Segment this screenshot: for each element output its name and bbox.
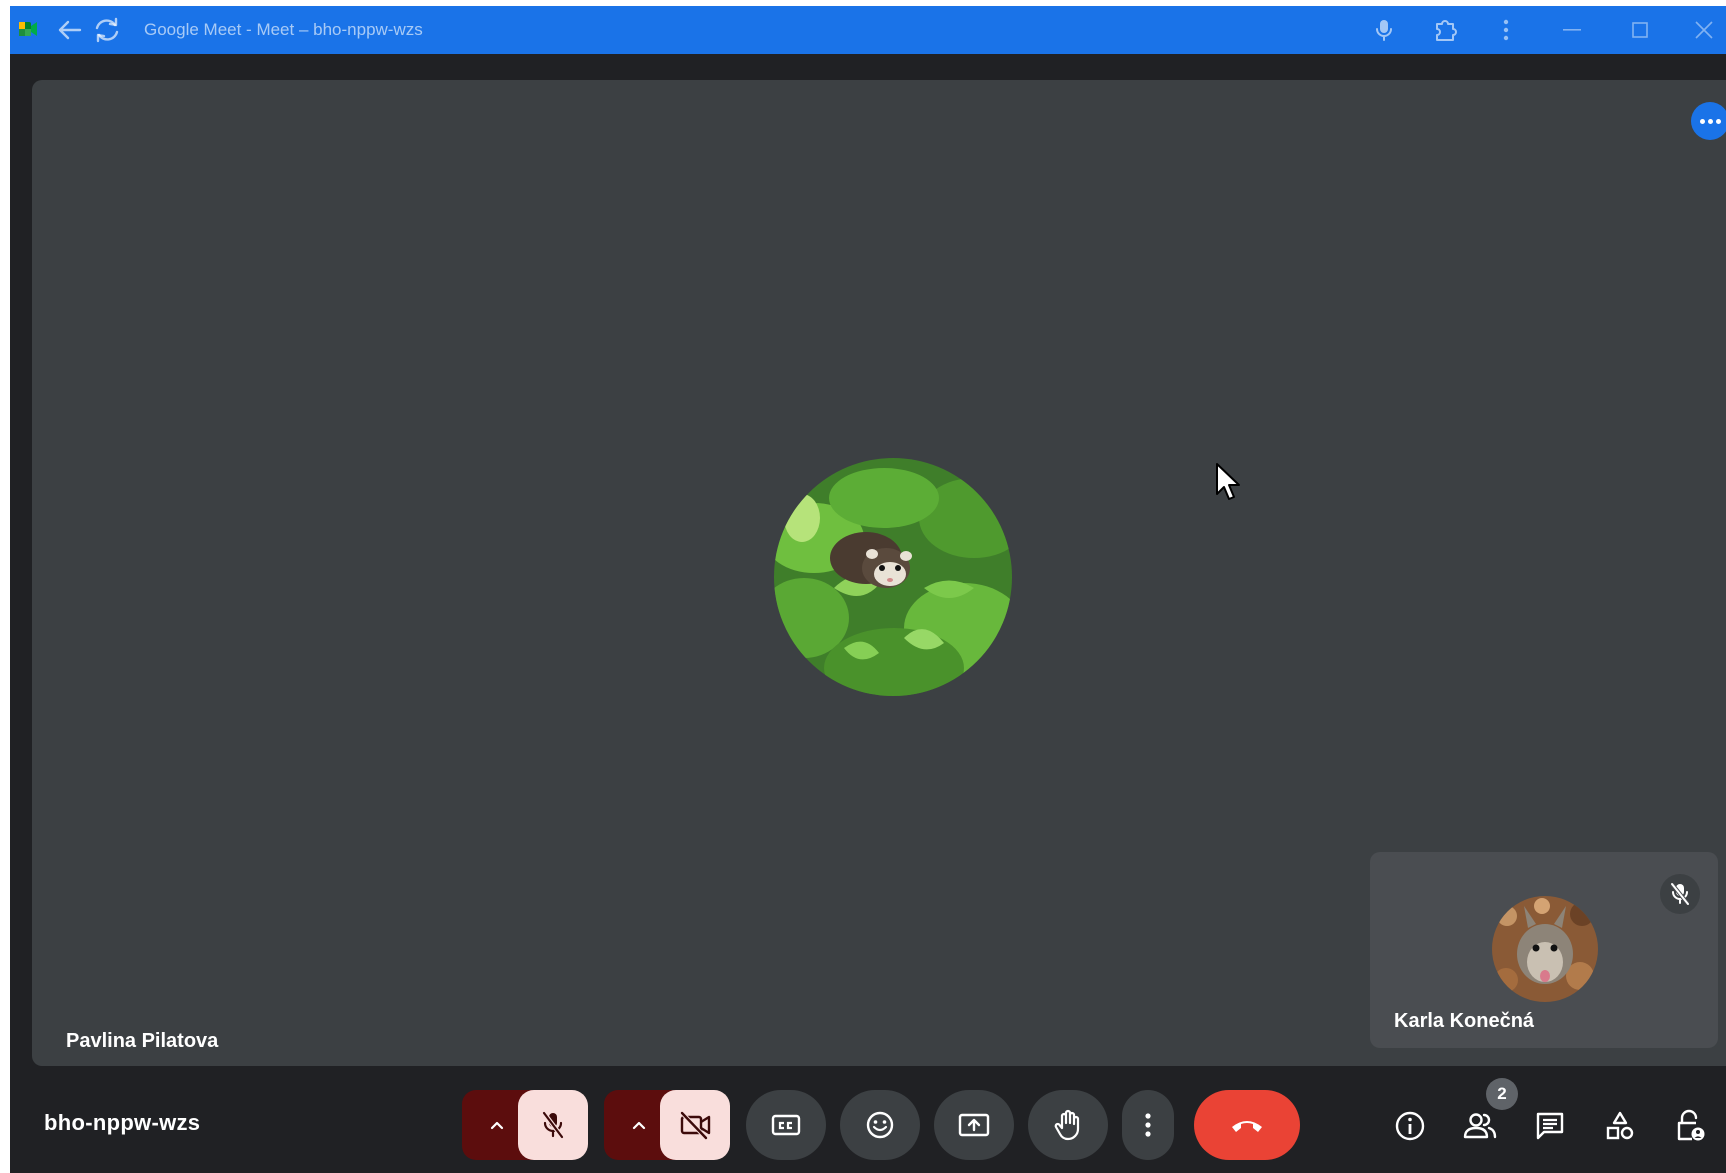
extensions-icon (1436, 20, 1457, 41)
self-name-label: Karla Konečná (1394, 1010, 1535, 1032)
chevron-up-icon (490, 1121, 504, 1130)
captions-button[interactable] (746, 1090, 826, 1160)
microphone-toggle-button[interactable] (518, 1090, 588, 1160)
host-controls-icon (1677, 1109, 1705, 1141)
google-meet-logo-icon (19, 22, 37, 36)
menu-kebab-icon (1503, 19, 1509, 41)
presenter-name-label: Pavlina Pilatova (66, 1030, 219, 1052)
extensions-button[interactable] (1428, 16, 1464, 44)
back-arrow-icon (58, 20, 82, 40)
camera-control-group (604, 1090, 730, 1160)
chat-button[interactable] (1528, 1104, 1572, 1148)
microphone-indicator-button[interactable] (1366, 16, 1402, 44)
send-reaction-button[interactable] (840, 1090, 920, 1160)
info-icon (1395, 1111, 1425, 1141)
meeting-code: bho-nppw-wzs (44, 1110, 201, 1135)
self-view-tile[interactable]: Karla Konečná (1370, 852, 1718, 1048)
more-options-button[interactable] (1122, 1090, 1174, 1160)
activities-button[interactable] (1598, 1104, 1642, 1148)
close-window-button[interactable] (1686, 16, 1722, 44)
chat-icon (1536, 1112, 1564, 1140)
microphone-icon (1376, 20, 1392, 41)
more-horizontal-icon-dot (1715, 118, 1721, 124)
mic-off-icon (542, 1111, 564, 1139)
camera-off-icon (680, 1111, 711, 1140)
participant-count-badge: 2 (1486, 1078, 1518, 1110)
maximize-icon (1632, 22, 1648, 38)
captions-icon (771, 1114, 801, 1136)
activities-icon (1606, 1111, 1634, 1140)
show-everyone-button[interactable] (1458, 1104, 1502, 1148)
minimize-icon (1563, 29, 1581, 31)
window-title: Google Meet - Meet – bho-nppw-wzs (144, 20, 423, 39)
self-avatar (1492, 896, 1598, 1002)
browser-window: Google Meet - Meet – bho-nppw-wzs Pavlin… (10, 6, 1726, 1173)
meeting-details-button[interactable] (1388, 1104, 1432, 1148)
reload-button[interactable] (92, 17, 122, 43)
ferret-in-plants-photo (774, 458, 1012, 696)
presenter-avatar (774, 458, 1012, 696)
hang-up-icon (1232, 1121, 1262, 1132)
squirrel-photo (1492, 896, 1598, 1002)
mouse-pointer-icon (1216, 463, 1240, 500)
more-horizontal-icon (1699, 118, 1705, 124)
emoji-icon (866, 1111, 894, 1139)
self-muted-indicator (1660, 874, 1700, 914)
more-horizontal-icon-dot (1707, 118, 1713, 124)
more-vertical-icon (1145, 1113, 1151, 1137)
maximize-button[interactable] (1622, 16, 1658, 44)
close-icon (1695, 21, 1713, 39)
raise-hand-icon (1054, 1109, 1080, 1141)
browser-menu-button[interactable] (1488, 16, 1524, 44)
host-controls-button[interactable] (1668, 1104, 1712, 1148)
raise-hand-button[interactable] (1028, 1090, 1108, 1160)
title-bar: Google Meet - Meet – bho-nppw-wzs (10, 6, 1726, 54)
reload-icon (95, 17, 119, 43)
people-icon (1463, 1113, 1497, 1139)
chevron-up-icon (632, 1121, 646, 1130)
camera-toggle-button[interactable] (660, 1090, 730, 1160)
present-now-button[interactable] (934, 1090, 1014, 1160)
mic-off-icon (1670, 882, 1690, 906)
present-screen-icon (958, 1113, 990, 1137)
main-video-stage: Pavlina Pilatova Karla Konečná (32, 80, 1726, 1066)
microphone-control-group (462, 1090, 588, 1160)
leave-call-button[interactable] (1194, 1090, 1300, 1160)
minimize-button[interactable] (1554, 16, 1590, 44)
back-button[interactable] (54, 18, 84, 42)
tile-more-options-button[interactable] (1691, 102, 1726, 140)
